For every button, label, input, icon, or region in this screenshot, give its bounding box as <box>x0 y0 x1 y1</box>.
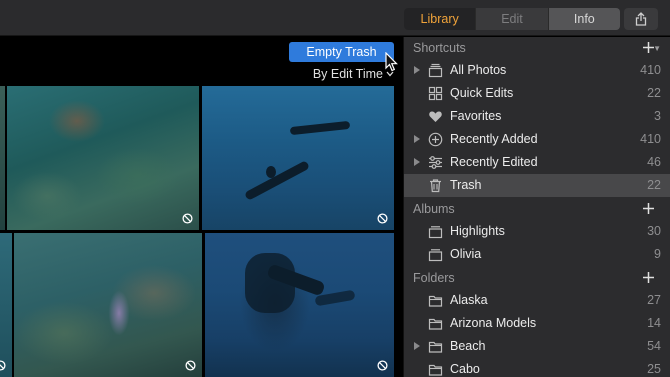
section-title-folders: Folders <box>413 271 455 285</box>
folder-icon <box>428 341 443 353</box>
folder-icon <box>428 318 443 330</box>
sidebar-item-count: 30 <box>647 224 661 238</box>
sidebar-item-quick-edits[interactable]: Quick Edits 22 <box>404 82 670 105</box>
disclosure-triangle-icon[interactable] <box>414 66 420 74</box>
sidebar-item-label: Favorites <box>450 109 502 123</box>
tab-library[interactable]: Library <box>404 8 477 30</box>
section-title-albums: Albums <box>413 202 455 216</box>
album-icon <box>428 249 443 262</box>
sidebar-item-label: Cabo <box>450 362 480 376</box>
deleted-badge-icon <box>185 360 196 371</box>
sidebar-item-count: 54 <box>647 339 661 353</box>
add-folder-plus-icon[interactable] <box>642 271 655 284</box>
section-title-shortcuts: Shortcuts <box>413 41 466 55</box>
chevron-down-icon[interactable]: ▼ <box>653 44 661 53</box>
sidebar-item-favorites[interactable]: Favorites 3 <box>404 105 670 128</box>
share-button[interactable] <box>624 8 658 30</box>
sidebar-item-label: Highlights <box>450 224 505 238</box>
photo-thumbnail[interactable] <box>14 233 202 377</box>
photo-thumbnail[interactable] <box>7 86 199 230</box>
sidebar-item-label: Quick Edits <box>450 86 514 100</box>
sidebar-item-count: 14 <box>647 316 661 330</box>
sidebar-item-label: Alaska <box>450 293 488 307</box>
sidebar-item-recently-added[interactable]: Recently Added 410 <box>404 128 670 151</box>
sidebar-item-count: 22 <box>647 86 661 100</box>
chevron-down-icon <box>386 71 394 77</box>
sidebar-item-count: 27 <box>647 293 661 307</box>
sidebar-item-count: 22 <box>647 178 661 192</box>
sort-label: By Edit Time <box>312 67 383 81</box>
sidebar-item-trash[interactable]: Trash 22 <box>404 174 670 197</box>
deleted-badge-icon <box>0 360 6 371</box>
sidebar-item-alaska[interactable]: Alaska 27 <box>404 289 670 312</box>
sidebar-item-count: 410 <box>640 132 661 146</box>
sidebar-item-label: All Photos <box>450 63 507 77</box>
photo-thumbnail[interactable] <box>0 86 5 230</box>
deleted-badge-icon <box>377 213 388 224</box>
photo-grid <box>0 86 402 377</box>
share-icon <box>635 12 647 26</box>
library-sidebar: Shortcuts ▼ All Photos 410 Quick Edits 2… <box>403 37 670 377</box>
plus-circle-icon <box>428 132 443 147</box>
sidebar-item-label: Olivia <box>450 247 482 261</box>
empty-trash-button[interactable]: Empty Trash <box>289 42 394 62</box>
sidebar-item-count: 46 <box>647 155 661 169</box>
sidebar-item-count: 410 <box>640 63 661 77</box>
all-photos-icon <box>428 63 443 78</box>
sidebar-item-label: Trash <box>450 178 482 192</box>
sidebar-item-olivia[interactable]: Olivia 9 <box>404 243 670 266</box>
sidebar-item-label: Recently Added <box>450 132 538 146</box>
album-icon <box>428 226 443 239</box>
add-album-plus-icon[interactable] <box>642 202 655 215</box>
sidebar-item-count: 25 <box>647 362 661 376</box>
grid-icon <box>428 86 443 101</box>
folder-icon <box>428 364 443 376</box>
disclosure-triangle-icon[interactable] <box>414 135 420 143</box>
sidebar-item-highlights[interactable]: Highlights 30 <box>404 220 670 243</box>
sidebar-item-label: Recently Edited <box>450 155 538 169</box>
sidebar-item-label: Beach <box>450 339 486 353</box>
deleted-badge-icon <box>182 213 193 224</box>
photo-thumbnail[interactable] <box>205 233 394 377</box>
sidebar-item-recently-edited[interactable]: Recently Edited 46 <box>404 151 670 174</box>
heart-icon <box>429 111 442 122</box>
photo-thumbnail[interactable] <box>202 86 394 230</box>
folders-header: Folders <box>404 267 670 289</box>
shortcuts-header: Shortcuts ▼ <box>404 37 670 59</box>
trash-icon <box>430 179 441 193</box>
sidebar-item-beach[interactable]: Beach 54 <box>404 335 670 358</box>
sidebar-item-arizona-models[interactable]: Arizona Models 14 <box>404 312 670 335</box>
sidebar-item-label: Arizona Models <box>450 316 537 330</box>
sliders-icon <box>429 156 442 169</box>
sidebar-item-cabo[interactable]: Cabo 25 <box>404 358 670 377</box>
tab-edit[interactable]: Edit <box>476 8 549 30</box>
disclosure-triangle-icon[interactable] <box>414 158 420 166</box>
top-toolbar: Library Edit Info <box>0 0 670 36</box>
folder-icon <box>428 295 443 307</box>
photo-thumbnail[interactable] <box>0 233 12 377</box>
sidebar-item-all-photos[interactable]: All Photos 410 <box>404 59 670 82</box>
deleted-badge-icon <box>377 360 388 371</box>
tab-info[interactable]: Info <box>548 8 620 30</box>
sidebar-item-count: 9 <box>654 247 661 261</box>
mode-segmented-control: Library Edit Info <box>404 8 620 30</box>
albums-header: Albums <box>404 198 670 220</box>
disclosure-triangle-icon[interactable] <box>414 342 420 350</box>
sort-dropdown[interactable]: By Edit Time <box>313 67 394 81</box>
photo-browser: Empty Trash By Edit Time <box>0 37 402 377</box>
sidebar-item-count: 3 <box>654 109 661 123</box>
